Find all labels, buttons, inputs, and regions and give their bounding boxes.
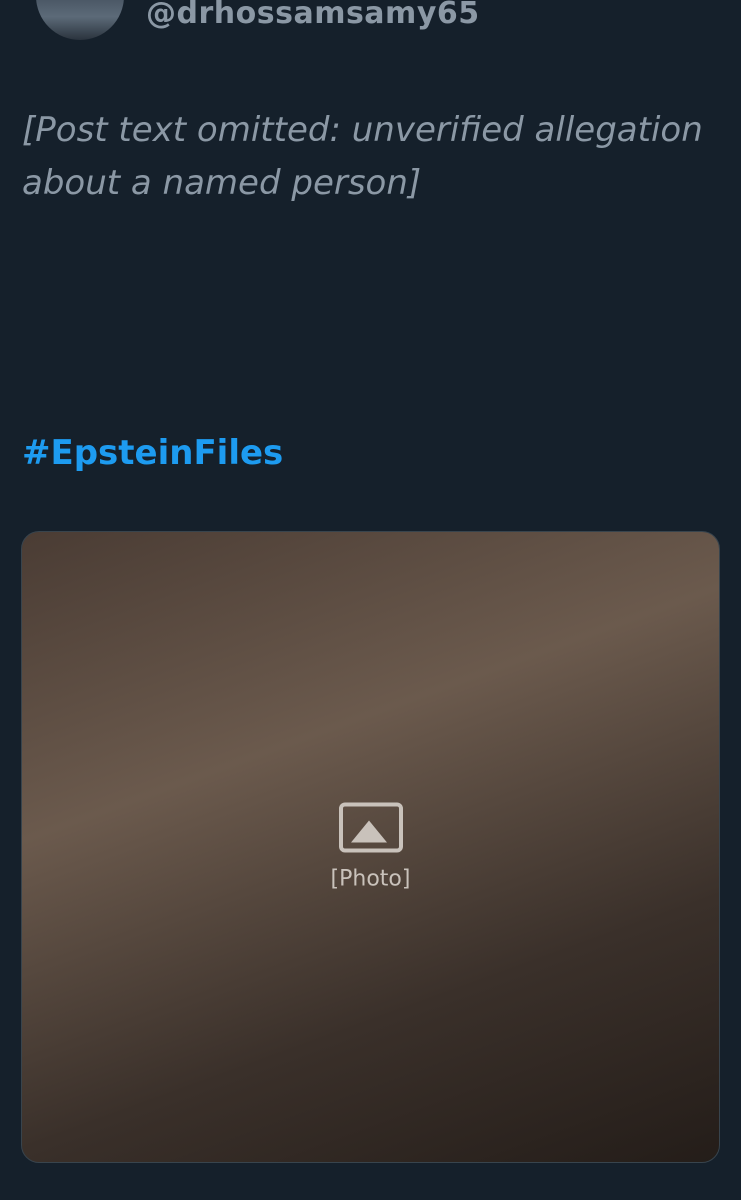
author-handle[interactable]: @drhossamsamy65 xyxy=(146,0,480,31)
photo-icon xyxy=(338,802,403,853)
avatar[interactable] xyxy=(36,0,124,40)
post-media[interactable]: [Photo] xyxy=(21,531,720,1163)
media-label-wrap: [Photo] xyxy=(22,802,719,892)
post: @drhossamsamy65 [Post text omitted: unve… xyxy=(0,0,741,1200)
hashtag-line: #EpsteinFiles xyxy=(22,427,283,480)
author-row: @drhossamsamy65 xyxy=(0,0,741,44)
post-text: [Post text omitted: unverified allegatio… xyxy=(22,104,722,210)
hashtag-link[interactable]: #EpsteinFiles xyxy=(22,433,283,473)
post-text-placeholder: [Post text omitted: unverified allegatio… xyxy=(22,110,703,203)
media-placeholder-label: [Photo] xyxy=(330,866,411,892)
